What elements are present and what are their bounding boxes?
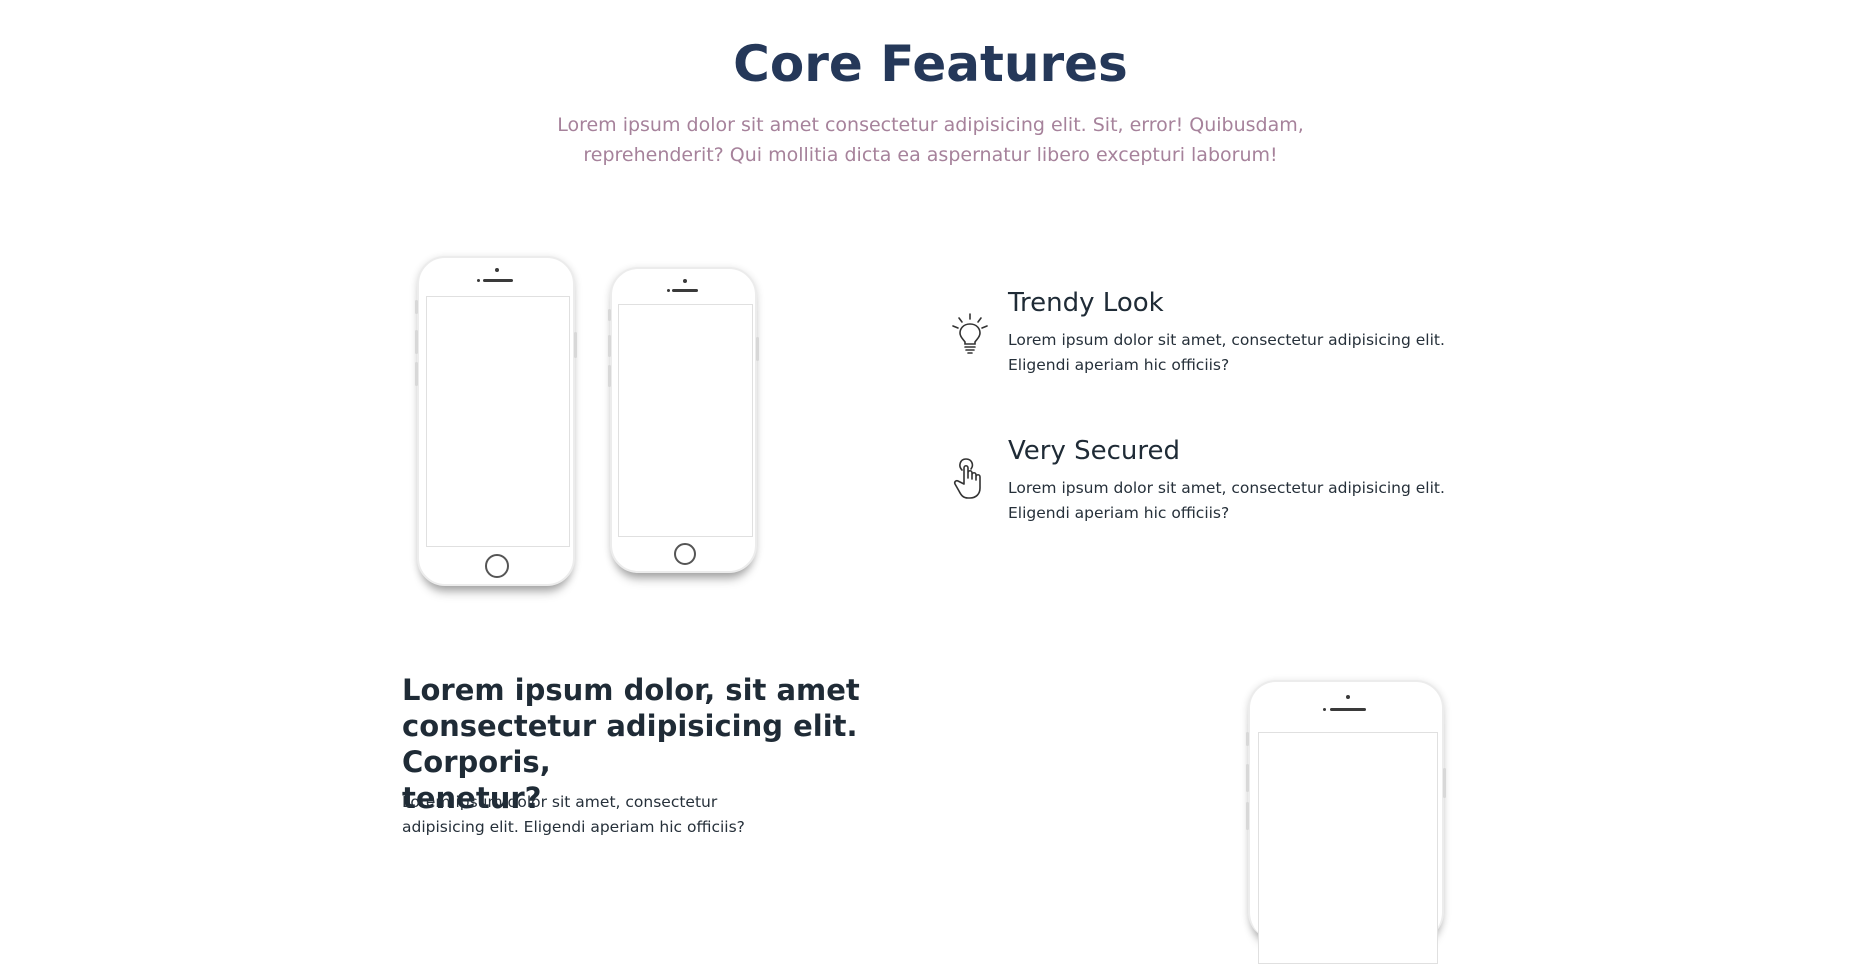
phone-mockup-right — [1246, 680, 1446, 964]
pointer-hand-icon — [950, 456, 990, 500]
feature-description-line: Eligendi aperiam hic officiis? — [1008, 356, 1230, 374]
page-subtitle: Lorem ipsum dolor sit amet consectetur a… — [0, 110, 1861, 170]
page-title: Core Features — [733, 35, 1128, 93]
feature-title-trendy-look: Trendy Look — [1008, 288, 1164, 318]
feature-description-line: Lorem ipsum dolor sit amet, consectetur … — [1008, 479, 1445, 497]
feature-description-line: Eligendi aperiam hic officiis? — [1008, 504, 1230, 522]
phone-mockup-small — [608, 267, 759, 573]
phone-mockup-large — [415, 256, 577, 586]
feature-title-very-secured: Very Secured — [1008, 436, 1180, 466]
subtitle-line: Lorem ipsum dolor sit amet consectetur a… — [557, 114, 1304, 136]
feature-description: Lorem ipsum dolor sit amet, consectetur … — [1008, 476, 1445, 526]
section-description-line: Lorem ipsum dolor sit amet, consectetur — [402, 793, 718, 811]
section-heading-line: Lorem ipsum dolor, sit amet — [402, 673, 860, 707]
section-heading-line: consectetur adipisicing elit. Corporis, — [402, 709, 858, 779]
section-description-line: adipisicing elit. Eligendi aperiam hic o… — [402, 818, 745, 836]
lightbulb-icon — [950, 312, 990, 354]
section-description: Lorem ipsum dolor sit amet, consectetur … — [402, 790, 745, 840]
feature-description-line: Lorem ipsum dolor sit amet, consectetur … — [1008, 331, 1445, 349]
feature-description: Lorem ipsum dolor sit amet, consectetur … — [1008, 328, 1445, 378]
subtitle-line: reprehenderit? Qui mollitia dicta ea asp… — [583, 144, 1278, 166]
